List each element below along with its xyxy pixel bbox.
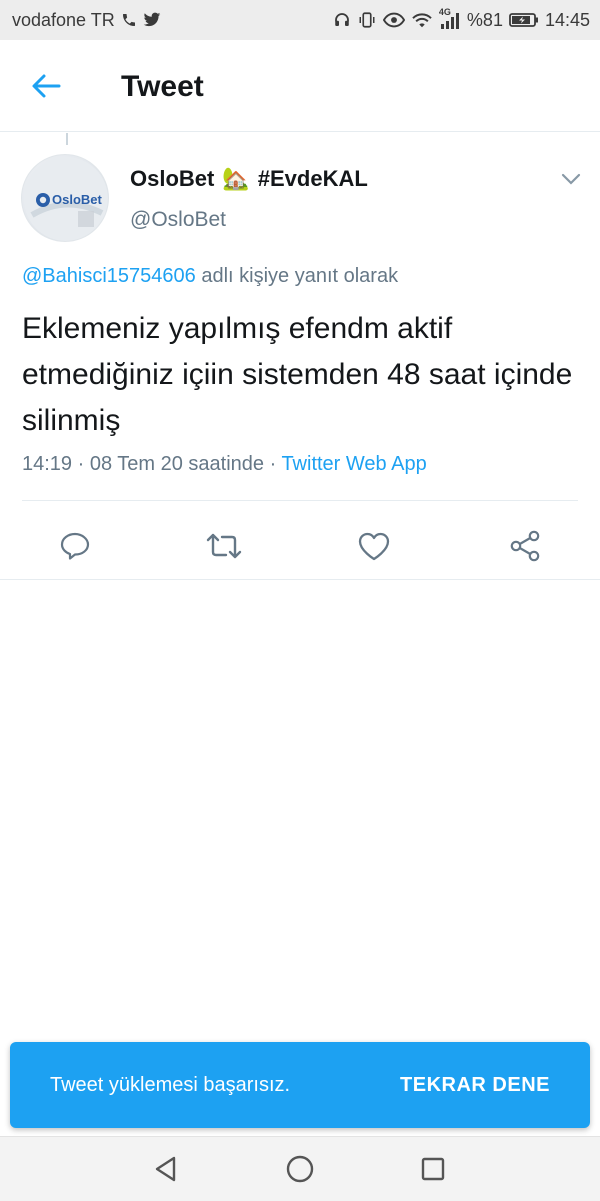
nav-recents-button[interactable] [413, 1149, 453, 1189]
display-name: OsloBet [130, 166, 215, 191]
share-button[interactable] [503, 526, 547, 566]
eye-icon [382, 12, 405, 28]
carrier-label: vodafone TR [12, 9, 115, 30]
wifi-icon [411, 11, 433, 29]
tweet-actions [0, 512, 600, 578]
recents-square-icon [421, 1157, 445, 1181]
retry-button[interactable]: TEKRAR DENE [400, 1074, 550, 1097]
network-type-label: 4G [438, 7, 451, 17]
clock: 14:45 [544, 9, 590, 30]
reply-mention-link[interactable]: @Bahisci15754606 [22, 265, 196, 287]
headphones-icon [333, 11, 351, 29]
status-bar-right: 4G %81 14:45 [333, 7, 590, 31]
avatar-text: OsloBet [52, 192, 103, 207]
home-circle-icon [286, 1155, 314, 1183]
back-button[interactable] [22, 66, 70, 106]
phone-icon [121, 12, 137, 28]
retweet-icon [206, 533, 242, 559]
reply-suffix: adlı kişiye yanıt olarak [195, 265, 399, 287]
status-bar-left: vodafone TR [12, 10, 161, 31]
battery-percent: %81 [466, 9, 503, 30]
reply-icon [60, 532, 90, 560]
tweet-timestamp: 14:19 · 08 Tem 20 saatinde · [22, 453, 282, 475]
avatar[interactable]: OsloBet [21, 154, 109, 242]
nav-home-button[interactable] [280, 1149, 320, 1189]
reply-button[interactable] [53, 526, 97, 566]
author-name-row[interactable]: OsloBet 🏡 #EvdeKAL [130, 166, 368, 192]
error-snackbar: Tweet yüklemesi başarısız. TEKRAR DENE [10, 1042, 590, 1128]
snackbar-message: Tweet yüklemesi başarısız. [50, 1073, 291, 1096]
hashtag: #EvdeKAL [257, 166, 368, 191]
divider [0, 579, 600, 580]
tweet-menu-button[interactable] [556, 166, 586, 192]
house-emoji: 🏡 [222, 166, 250, 191]
app-bar: Tweet [0, 40, 600, 132]
author-handle[interactable]: @OsloBet [130, 208, 226, 232]
nav-back-button[interactable] [146, 1149, 186, 1189]
share-icon [510, 530, 540, 562]
like-icon [358, 532, 390, 561]
status-bar: vodafone TR 4G %81 14:45 [0, 0, 600, 40]
battery-icon [509, 12, 539, 28]
chevron-down-icon [561, 173, 581, 185]
arrow-left-icon [32, 74, 61, 98]
system-nav-bar [0, 1136, 600, 1201]
reply-context: @Bahisci15754606 adlı kişiye yanıt olara… [22, 265, 398, 288]
oslobet-logo: OsloBet [24, 157, 108, 241]
retweet-button[interactable] [202, 526, 246, 566]
thread-connector [66, 133, 68, 145]
back-triangle-icon [155, 1156, 176, 1182]
tweet-meta: 14:19 · 08 Tem 20 saatinde · Twitter Web… [22, 453, 427, 476]
twitter-icon [143, 12, 161, 28]
signal-icon: 4G [439, 7, 461, 29]
vibrate-icon [357, 11, 377, 29]
like-button[interactable] [352, 526, 396, 566]
tweet-text: Eklemeniz yapılmış efendm aktif etmediği… [22, 312, 573, 437]
divider [22, 500, 578, 501]
tweet-source-link[interactable]: Twitter Web App [281, 453, 426, 475]
page-title: Tweet [121, 70, 204, 103]
